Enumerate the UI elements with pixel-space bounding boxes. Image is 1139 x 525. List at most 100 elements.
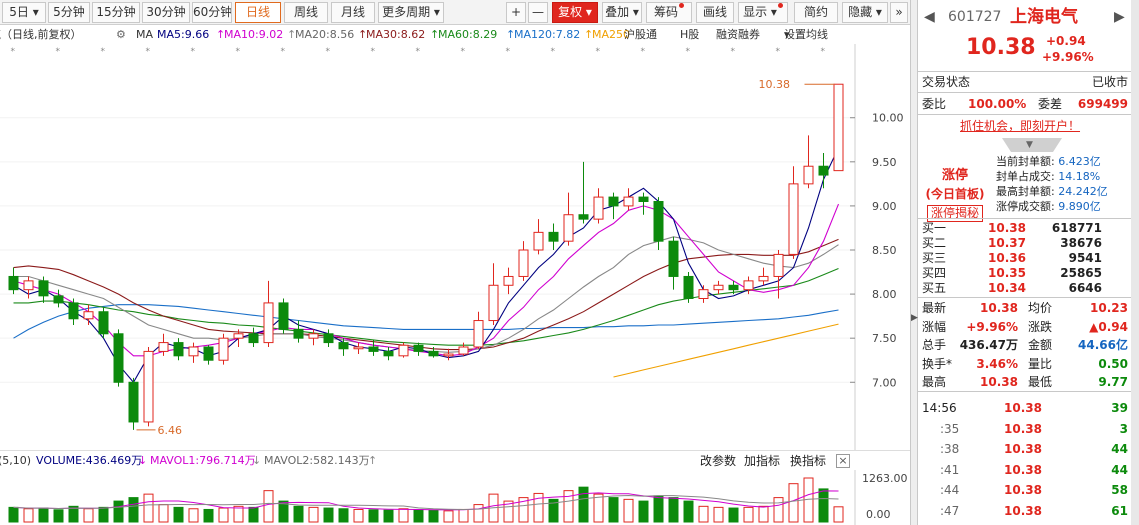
scrollbar[interactable] bbox=[1131, 0, 1139, 525]
panel-splitter[interactable]: ▶ bbox=[910, 0, 918, 525]
buy-level-row[interactable]: 买一 10.38 618771 bbox=[918, 221, 1132, 236]
volume-bar bbox=[383, 509, 394, 523]
tick-volume: 58 bbox=[1111, 483, 1128, 497]
hgt-button[interactable]: 沪股通 bbox=[624, 26, 657, 44]
stat-label: 最新 bbox=[922, 301, 947, 315]
draw-line-button[interactable]: 画线 bbox=[696, 2, 734, 23]
fuquan-dropdown[interactable]: 复权 ▾ bbox=[552, 2, 598, 23]
display-dropdown[interactable]: 显示 ▾ bbox=[738, 2, 788, 23]
buy-level-volume: 38676 bbox=[1060, 236, 1102, 250]
ma120-value: MA120:7.82 bbox=[514, 28, 581, 41]
hide-button[interactable]: 隐藏 ▾ bbox=[842, 2, 888, 23]
weibi-row: 委比 100.00% 委差 699499 bbox=[918, 95, 1132, 113]
buy-level-row[interactable]: 买五 10.34 6646 bbox=[918, 281, 1132, 296]
more-periods-dropdown[interactable]: 更多周期 ▾ bbox=[378, 2, 444, 23]
price-tick-label: 9.50 bbox=[872, 156, 897, 169]
chevron-down-icon[interactable]: ▼ bbox=[1026, 140, 1033, 150]
limit-up-title: 涨停 bbox=[941, 168, 968, 183]
chart-title: 贰（日线,前复权） bbox=[0, 28, 82, 41]
period-day-button[interactable]: 日线 bbox=[235, 2, 281, 23]
stat-value: 436.47万 bbox=[959, 338, 1018, 352]
tick-price: 10.38 bbox=[1004, 462, 1042, 477]
zoom-in-button[interactable]: + bbox=[506, 2, 526, 23]
buy-level-row[interactable]: 买三 10.36 9541 bbox=[918, 251, 1132, 266]
candle-body bbox=[53, 295, 64, 304]
buy-level-volume: 9541 bbox=[1068, 251, 1102, 265]
tick-volume: 3 bbox=[1119, 421, 1128, 436]
period-week-button[interactable]: 周线 bbox=[284, 2, 328, 23]
volume-bar bbox=[323, 507, 334, 523]
volume-bar bbox=[398, 508, 409, 523]
limit-up-subtitle: (今日首板) bbox=[925, 187, 985, 201]
gear-icon[interactable]: ⚙ bbox=[116, 26, 126, 44]
limit-up-reveal-button[interactable]: 涨停揭秘 bbox=[927, 205, 983, 222]
period-30min-button[interactable]: 30分钟 bbox=[142, 2, 190, 23]
open-account-ad[interactable]: 抓住机会，即刻开户！ bbox=[918, 117, 1132, 135]
price-tick-label: 9.00 bbox=[872, 200, 897, 213]
down-arrow-icon: ↓ bbox=[252, 454, 262, 467]
period-60min-button[interactable]: 60分钟 bbox=[192, 2, 232, 23]
event-marker-icon: * bbox=[731, 47, 736, 57]
ma120-line bbox=[13, 304, 839, 339]
change-params-button[interactable]: 改参数 bbox=[700, 451, 736, 471]
volume-bar bbox=[818, 488, 829, 523]
next-stock-icon[interactable]: ▶ bbox=[1114, 6, 1125, 28]
volume-bar bbox=[218, 507, 229, 523]
period-5day-dropdown[interactable]: 5日 ▾ bbox=[2, 2, 46, 23]
prev-stock-icon[interactable]: ◀ bbox=[924, 6, 935, 28]
last-price: 10.38 bbox=[966, 35, 1036, 60]
volume-bar bbox=[248, 506, 259, 523]
set-ma-dropdown[interactable]: 设置均线 ▾ bbox=[784, 26, 828, 44]
period-5min-button[interactable]: 5分钟 bbox=[48, 2, 90, 23]
kline-chart[interactable]: 10.00 9.50 9.00 8.50 8.00 7.50 7.00 * * * * * * * * * * *… bbox=[0, 44, 910, 450]
tick-volume: 39 bbox=[1111, 401, 1128, 415]
buy-level-price: 10.36 bbox=[988, 251, 1026, 265]
candle-body bbox=[548, 231, 559, 242]
event-marker-icon: * bbox=[686, 47, 691, 57]
trade-state-value: 已收市 bbox=[1091, 75, 1128, 89]
simple-mode-button[interactable]: 简约 bbox=[794, 2, 838, 23]
overlay-dropdown[interactable]: 叠加 ▾ bbox=[602, 2, 642, 23]
open-account-link[interactable]: 抓住机会，即刻开户！ bbox=[960, 117, 1080, 135]
tick-volume: 44 bbox=[1111, 442, 1128, 456]
candle-body bbox=[458, 346, 469, 355]
buy-level-row[interactable]: 买二 10.37 38676 bbox=[918, 236, 1132, 251]
stat-label: 涨幅 bbox=[922, 319, 947, 334]
buy-level-row[interactable]: 买四 10.35 25865 bbox=[918, 266, 1132, 281]
candle-body bbox=[428, 350, 439, 357]
volume-bar bbox=[653, 495, 664, 523]
mavol1-value: MAVOL1:796.714万 bbox=[150, 454, 256, 467]
expand-arrow-icon[interactable]: ▶ bbox=[911, 313, 918, 323]
stat-label: 均价 bbox=[1028, 301, 1053, 315]
period-15min-button[interactable]: 15分钟 bbox=[92, 2, 140, 23]
stat-label: 量比 bbox=[1028, 356, 1053, 371]
buy-level-label: 买二 bbox=[922, 236, 947, 250]
volume-bar bbox=[833, 506, 844, 523]
volume-bar bbox=[638, 500, 649, 523]
zoom-out-button[interactable]: — bbox=[528, 2, 548, 23]
event-marker-icon: * bbox=[461, 47, 466, 57]
volume-bar bbox=[368, 509, 379, 523]
volume-bar bbox=[698, 505, 709, 523]
switch-indicator-button[interactable]: 换指标 bbox=[790, 451, 826, 471]
candle-body bbox=[698, 289, 709, 300]
add-indicator-button[interactable]: 加指标 bbox=[744, 451, 780, 471]
candle-body bbox=[383, 350, 394, 357]
period-month-button[interactable]: 月线 bbox=[331, 2, 375, 23]
hshare-button[interactable]: H股 bbox=[680, 26, 699, 44]
margin-button[interactable]: 融资融券 bbox=[716, 26, 760, 44]
high-price-label: 10.38 bbox=[759, 78, 791, 91]
volume-bar bbox=[98, 506, 109, 523]
volume-bar bbox=[743, 506, 754, 523]
close-icon[interactable]: × bbox=[836, 454, 850, 468]
volume-bar bbox=[578, 486, 589, 523]
candle-body bbox=[758, 275, 769, 282]
chips-button[interactable]: 筹码 bbox=[646, 2, 692, 23]
candle-body bbox=[23, 280, 34, 291]
stat-label: 最高 bbox=[922, 375, 947, 389]
candle-body bbox=[8, 275, 19, 291]
volume-chart[interactable]: 1263.00 0.00 bbox=[0, 470, 910, 525]
double-arrow-icon[interactable]: » bbox=[890, 2, 908, 23]
event-marker-icon: * bbox=[56, 47, 61, 57]
volume-bar bbox=[113, 500, 124, 523]
